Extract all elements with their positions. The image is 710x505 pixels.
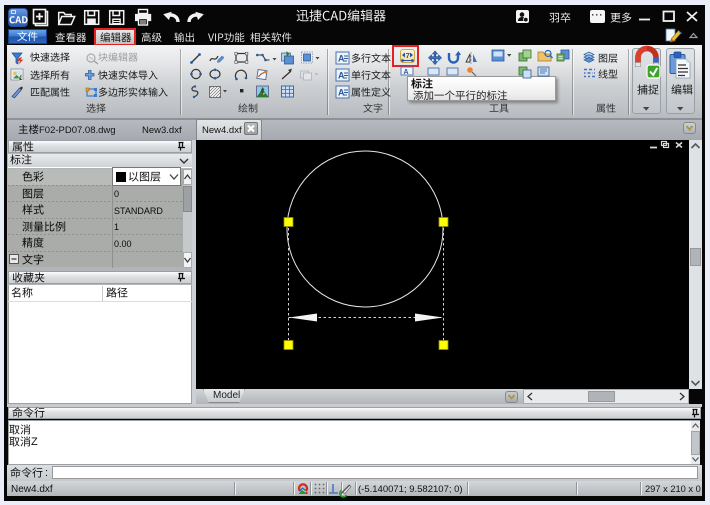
svg-text:A: A: [404, 69, 409, 76]
svg-text:A: A: [338, 88, 345, 98]
svg-text:A: A: [338, 54, 345, 64]
svg-text:A: A: [338, 71, 345, 81]
svg-text:7: 7: [406, 51, 410, 60]
